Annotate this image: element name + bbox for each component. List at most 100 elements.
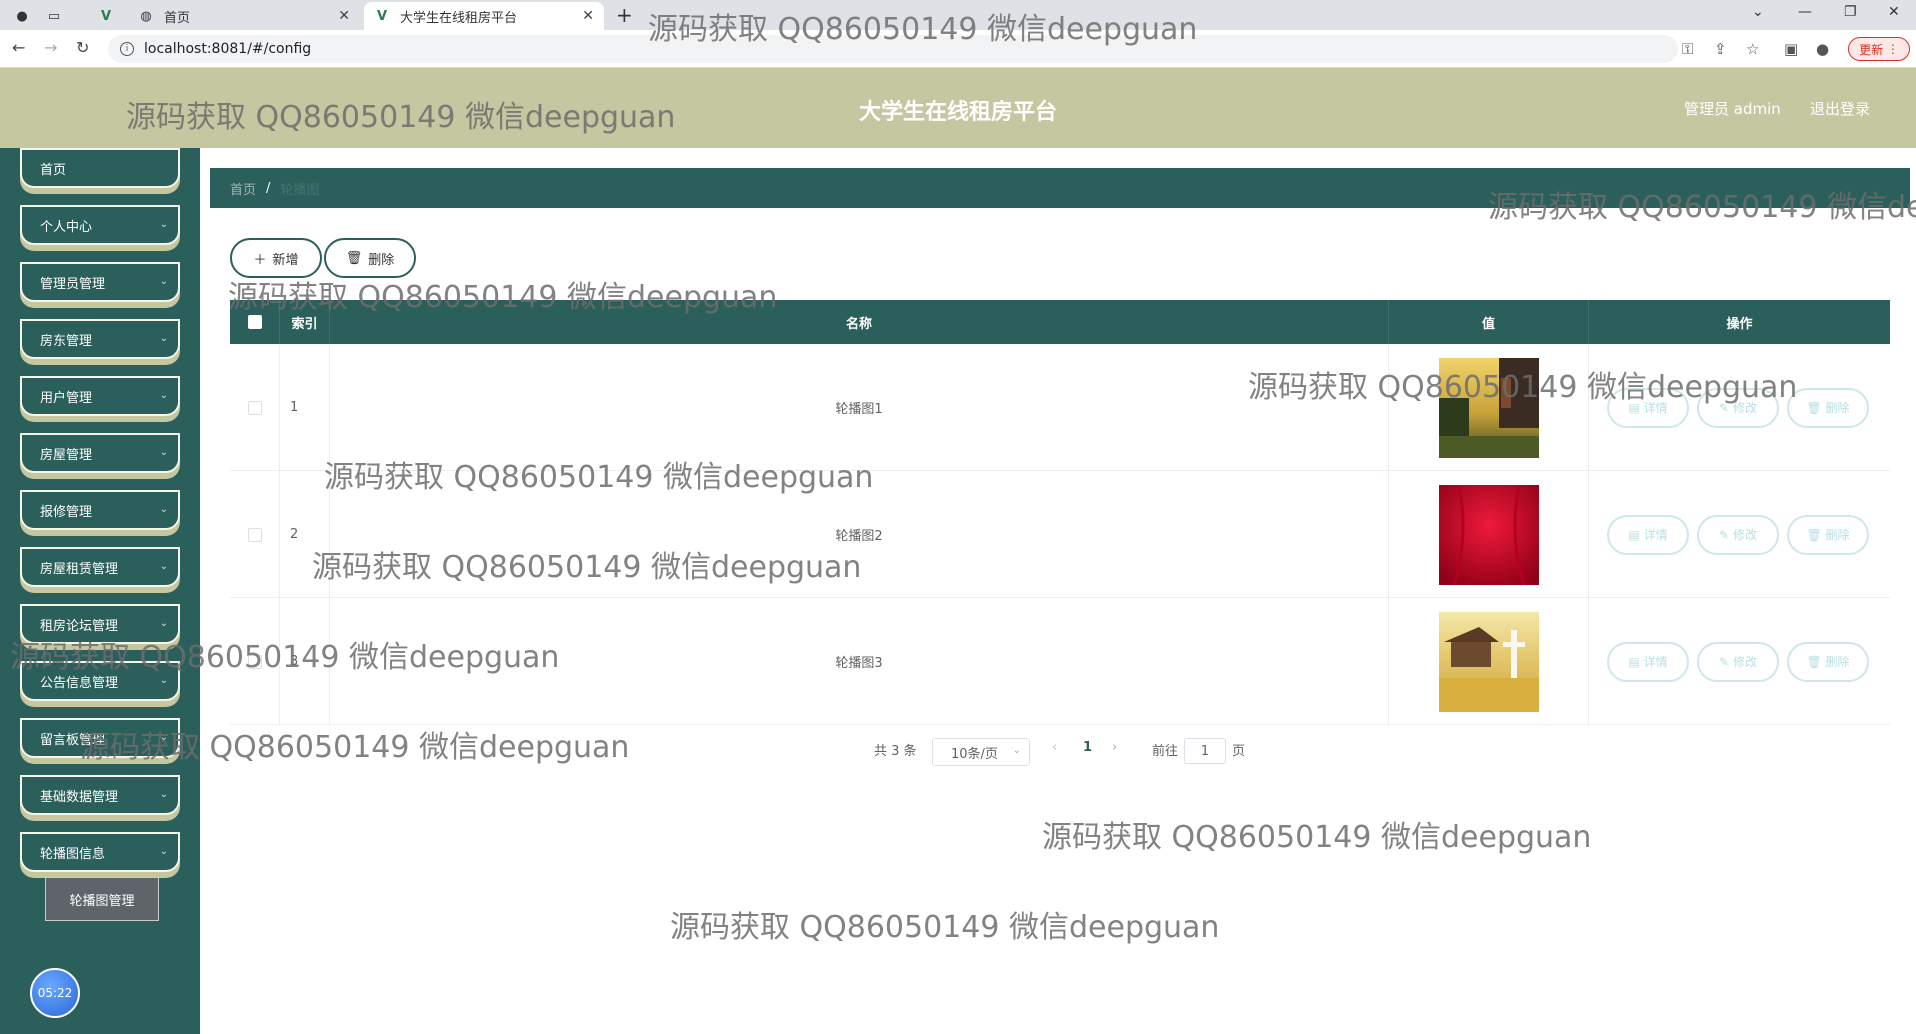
pinned-tab-1[interactable]: ● xyxy=(8,2,36,30)
restore-icon[interactable]: ❐ xyxy=(1844,4,1857,20)
vue-logo-icon: V xyxy=(100,8,112,24)
chevron-down-icon: ⌄ xyxy=(159,390,168,401)
sidebar-item-label: 管理员管理 xyxy=(40,276,106,292)
page-number[interactable]: 1 xyxy=(1083,740,1092,755)
edit-button[interactable]: ✎ 修改 xyxy=(1697,641,1779,682)
row-delete-button[interactable]: 🗑 删除 xyxy=(1787,514,1869,555)
back-icon[interactable]: ← xyxy=(12,38,25,57)
pinned-tab-3[interactable]: V xyxy=(92,2,120,30)
next-page-icon[interactable]: › xyxy=(1112,740,1117,755)
chevron-down-icon: ⌄ xyxy=(159,276,168,287)
add-button[interactable]: ＋ 新增 xyxy=(230,238,322,278)
sidebar-item-label: 房屋租赁管理 xyxy=(40,561,119,577)
sidebar-item-label: 房屋管理 xyxy=(40,447,93,463)
row-checkbox[interactable] xyxy=(247,654,262,669)
row-checkbox[interactable] xyxy=(247,527,262,542)
sidebar-item-home[interactable]: 首页 xyxy=(20,148,180,188)
tab-search-icon[interactable]: ⌄ xyxy=(1752,4,1764,20)
browser-update-button[interactable]: 更新 ⋮ xyxy=(1848,37,1910,61)
share-icon[interactable]: ⇪ xyxy=(1714,40,1727,58)
row-checkbox[interactable] xyxy=(247,400,262,415)
select-all-checkbox[interactable] xyxy=(247,315,262,329)
sidebar-item-rental[interactable]: 房屋租赁管理 ⌄ xyxy=(20,547,180,587)
row-select-cell xyxy=(230,471,280,598)
add-button-label: 新增 xyxy=(272,252,299,268)
globe-icon: ◍ xyxy=(140,8,152,24)
reload-icon[interactable]: ↻ xyxy=(76,38,89,57)
sidebar-item-admin[interactable]: 管理员管理 ⌄ xyxy=(20,262,180,302)
table-row: 1 轮播图1 ▤ 详情 ✎ 修改 🗑 删除 xyxy=(230,344,1890,471)
edit-button[interactable]: ✎ 修改 xyxy=(1697,387,1779,428)
forward-icon[interactable]: → xyxy=(44,38,57,57)
submenu-item-carousel-manage[interactable]: 轮播图管理 xyxy=(45,877,159,921)
new-tab-icon[interactable]: + xyxy=(616,3,633,27)
chevron-down-icon: ⌄ xyxy=(159,219,168,230)
goto-page-input[interactable]: 1 xyxy=(1184,738,1226,764)
row-value-cell xyxy=(1389,344,1589,471)
edit-button[interactable]: ✎ 修改 xyxy=(1697,514,1779,555)
edit-icon: ✎ xyxy=(1719,527,1730,542)
address-bar: ← → ↻ i localhost:8081/#/config ⚿ ⇪ ☆ ▣ … xyxy=(0,30,1916,68)
trash-icon: 🗑 xyxy=(1806,527,1822,542)
temple-statue-photo xyxy=(1438,611,1539,712)
vue-logo-icon: V xyxy=(376,8,388,24)
detail-button[interactable]: ▤ 详情 xyxy=(1607,641,1689,682)
minimize-icon[interactable]: — xyxy=(1798,4,1812,20)
app-title: 大学生在线租房平台 xyxy=(858,100,1057,125)
trash-icon: 🗑 xyxy=(345,250,363,266)
url-text: localhost:8081/#/config xyxy=(144,41,312,57)
app-header: 大学生在线租房平台 管理员 admin 退出登录 xyxy=(0,68,1916,148)
row-delete-button[interactable]: 🗑 删除 xyxy=(1787,387,1869,428)
sidebar-item-profile[interactable]: 个人中心 ⌄ xyxy=(20,205,180,245)
browser-tab-home[interactable]: ◍ 首页 ✕ xyxy=(128,2,360,30)
sidebar-item-label: 报修管理 xyxy=(40,504,93,520)
sidebar-item-house[interactable]: 房屋管理 ⌄ xyxy=(20,433,180,473)
close-window-icon[interactable]: ✕ xyxy=(1888,4,1900,20)
detail-button[interactable]: ▤ 详情 xyxy=(1607,387,1689,428)
trash-icon: 🗑 xyxy=(1806,400,1822,415)
sidebar-item-label: 轮播图信息 xyxy=(40,846,106,862)
url-field[interactable]: i localhost:8081/#/config xyxy=(108,35,1678,63)
detail-icon: ▤ xyxy=(1628,654,1640,669)
sidebar-item-label: 基础数据管理 xyxy=(40,789,119,805)
sidebar-item-label: 个人中心 xyxy=(40,219,93,235)
key-icon[interactable]: ⚿ xyxy=(1682,40,1693,58)
browser-tab-active[interactable]: V 大学生在线租房平台 ✕ xyxy=(364,2,604,30)
page-size-select[interactable]: 10条/页 ⌄ xyxy=(932,738,1030,766)
chevron-down-icon: ⌄ xyxy=(1012,745,1021,756)
star-icon[interactable]: ☆ xyxy=(1746,40,1759,58)
row-name: 轮播图2 xyxy=(330,471,1389,598)
sidebar-item-basedata[interactable]: 基础数据管理 ⌄ xyxy=(20,775,180,815)
pinned-tab-2[interactable]: ▭ xyxy=(40,2,68,30)
sidebar-item-notice[interactable]: 公告信息管理 ⌄ xyxy=(20,661,180,701)
logout-link[interactable]: 退出登录 xyxy=(1810,98,1870,119)
sidebar-item-carousel[interactable]: 轮播图信息 ⌄ xyxy=(20,832,180,872)
breadcrumb-current: 轮播图 xyxy=(280,182,320,198)
delete-button[interactable]: 🗑 删除 xyxy=(324,238,416,278)
sidebar-item-forum[interactable]: 租房论坛管理 ⌄ xyxy=(20,604,180,644)
chevron-down-icon: ⌄ xyxy=(159,675,168,686)
delete-label: 删除 xyxy=(1825,655,1850,669)
detail-label: 详情 xyxy=(1643,401,1668,415)
prev-page-icon[interactable]: ‹ xyxy=(1052,740,1057,755)
chevron-down-icon: ⌄ xyxy=(159,333,168,344)
chevron-down-icon: ⌄ xyxy=(159,561,168,572)
side-panel-icon[interactable]: ▣ xyxy=(1784,40,1798,58)
sidebar-item-landlord[interactable]: 房东管理 ⌄ xyxy=(20,319,180,359)
info-icon[interactable]: i xyxy=(120,42,134,56)
row-index: 3 xyxy=(280,598,330,725)
profile-icon[interactable]: ● xyxy=(1816,40,1829,58)
breadcrumb-home[interactable]: 首页 xyxy=(230,179,256,198)
edit-label: 修改 xyxy=(1732,528,1757,542)
header-actions: 操作 xyxy=(1726,316,1753,332)
row-value-cell xyxy=(1389,471,1589,598)
detail-button[interactable]: ▤ 详情 xyxy=(1607,514,1689,555)
close-icon[interactable]: ✕ xyxy=(582,8,594,24)
sidebar-item-repair[interactable]: 报修管理 ⌄ xyxy=(20,490,180,530)
sidebar-item-user[interactable]: 用户管理 ⌄ xyxy=(20,376,180,416)
close-icon[interactable]: ✕ xyxy=(338,8,350,24)
detail-label: 详情 xyxy=(1643,655,1668,669)
trash-icon: 🗑 xyxy=(1806,654,1822,669)
row-delete-button[interactable]: 🗑 删除 xyxy=(1787,641,1869,682)
update-label: 更新 xyxy=(1859,42,1884,57)
